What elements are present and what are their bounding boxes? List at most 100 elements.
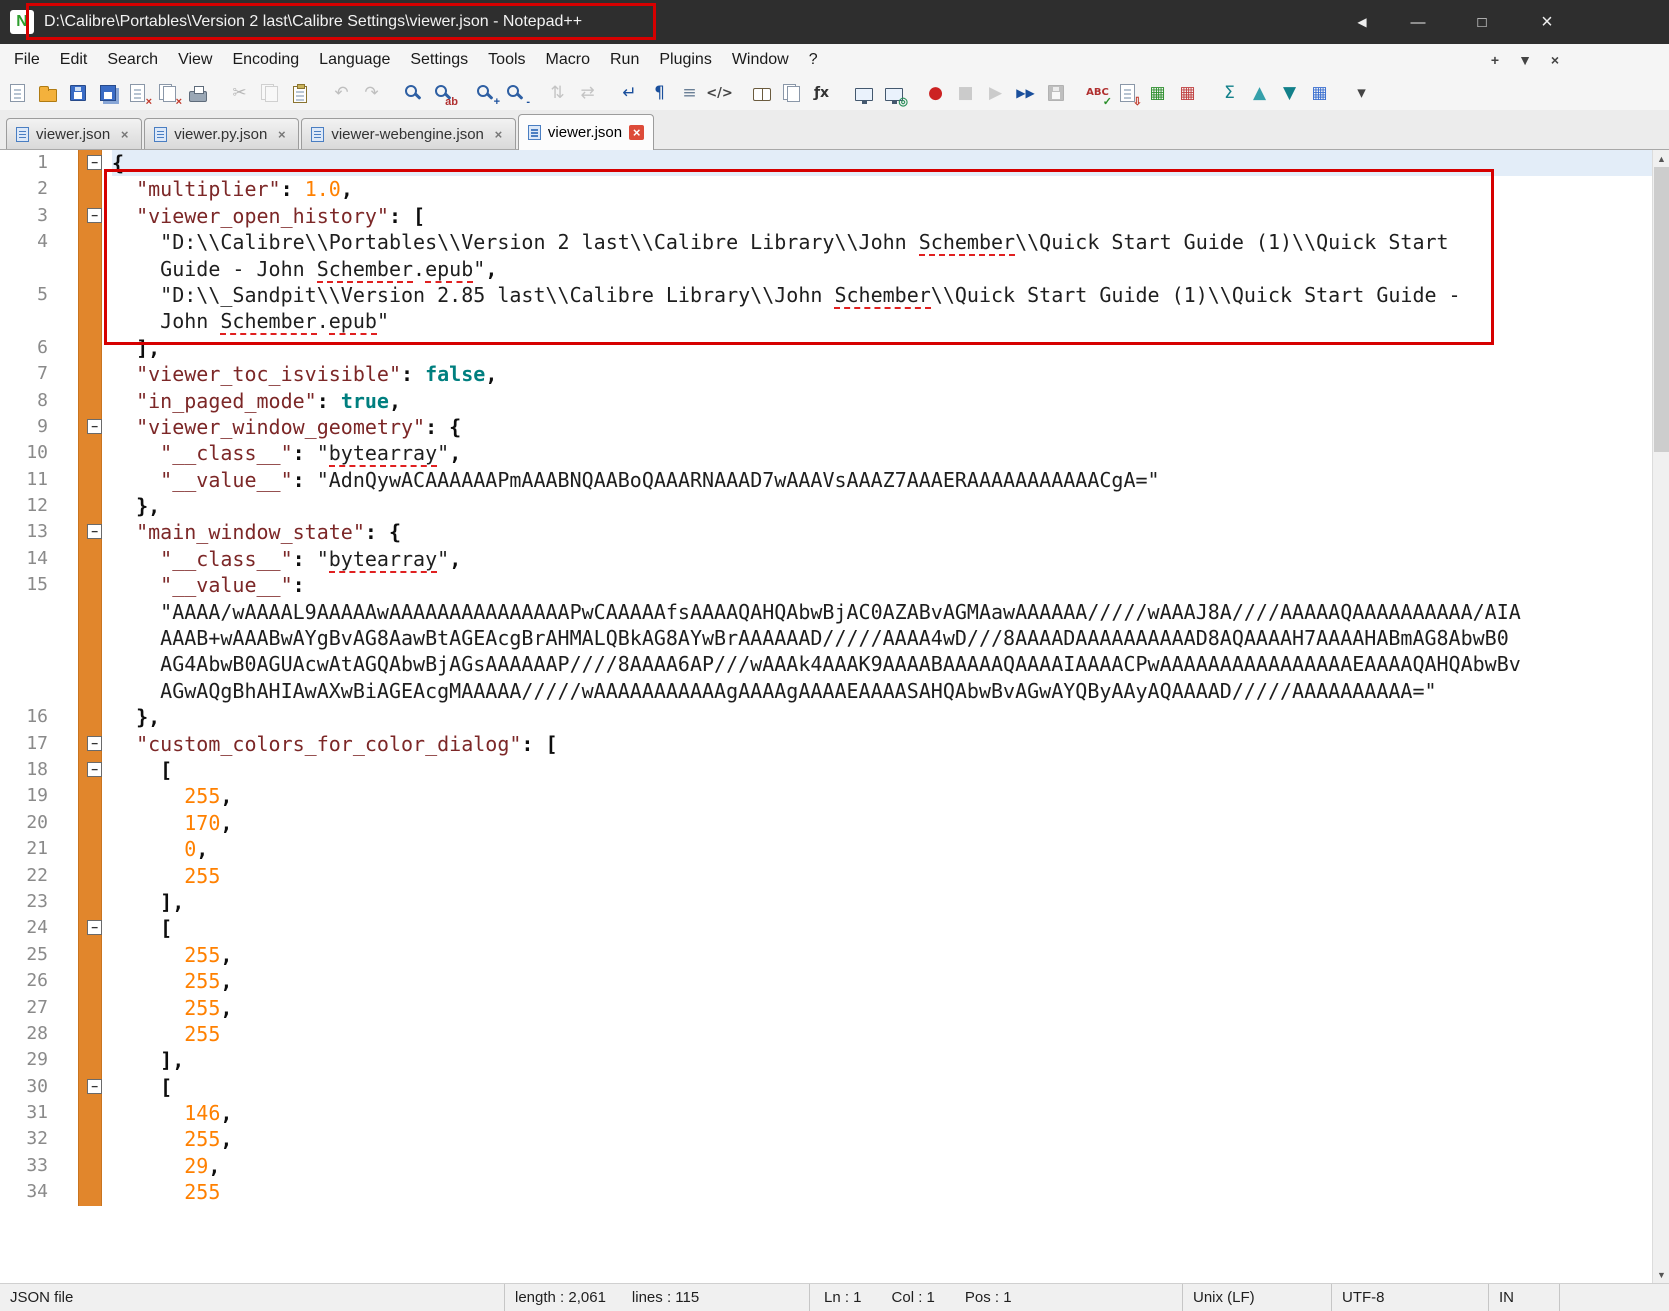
code-area[interactable]: 1−{2 "multiplier": 1.0, 3− "viewer_open_h… xyxy=(0,150,1652,1206)
macro-play-icon[interactable]: ▶ xyxy=(982,80,1009,107)
code-row[interactable]: AG4AbwB0AGUAcwAtAGQAbwBjAGsAAAAAAP////8A… xyxy=(0,651,1652,677)
code-row[interactable]: 14 "__class__": "bytearray", xyxy=(0,546,1652,573)
macro-stop-icon[interactable]: ■ xyxy=(952,80,979,107)
code-row[interactable]: 9 − "viewer_window_geometry": { xyxy=(0,414,1652,440)
monitor-icon[interactable] xyxy=(850,80,877,107)
vertical-scrollbar[interactable]: ▲ ▼ xyxy=(1652,150,1669,1283)
menu-item-run[interactable]: Run xyxy=(600,46,649,74)
menu-item-plugins[interactable]: Plugins xyxy=(649,46,721,74)
code-row[interactable]: 16 }, xyxy=(0,704,1652,730)
document-map-icon[interactable] xyxy=(748,80,775,107)
code-row[interactable]: 24 − [ xyxy=(0,915,1652,941)
code-row[interactable]: 30 − [ xyxy=(0,1074,1652,1100)
plugin-grid-green-icon[interactable]: ▦ xyxy=(1144,80,1171,107)
maximize-button[interactable]: □ xyxy=(1449,0,1515,44)
code-row[interactable]: Guide - John Schember.epub", xyxy=(0,256,1652,283)
document-list-icon[interactable] xyxy=(778,80,805,107)
paste-icon[interactable] xyxy=(286,80,313,107)
macro-run-multiple-icon[interactable]: ▶▶ xyxy=(1012,80,1039,107)
scrollbar-thumb[interactable] xyxy=(1654,167,1669,452)
tab-close-icon[interactable]: × xyxy=(117,127,132,142)
code-row[interactable]: 13 − "main_window_state": { xyxy=(0,519,1652,545)
copy-icon[interactable] xyxy=(256,80,283,107)
plugin-sigma-icon[interactable]: Σ xyxy=(1216,80,1243,107)
sync-vertical-scroll-icon[interactable]: ⇅ xyxy=(544,80,571,107)
tab-list-dropdown-icon[interactable]: ▼ xyxy=(1515,52,1535,68)
code-row[interactable]: John Schember.epub" xyxy=(0,308,1652,336)
replace-icon[interactable]: ab xyxy=(430,80,458,108)
menu-item-encoding[interactable]: Encoding xyxy=(222,46,309,74)
sync-horizontal-scroll-icon[interactable]: ⇄ xyxy=(574,80,601,107)
code-row[interactable]: 26 255, xyxy=(0,968,1652,994)
print-icon[interactable] xyxy=(184,80,211,107)
code-row[interactable]: 3 − "viewer_open_history": [ xyxy=(0,203,1652,229)
code-row[interactable]: 4 "D:\\Calibre\\Portables\\Version 2 las… xyxy=(0,229,1652,257)
fold-toggle-icon[interactable]: − xyxy=(87,761,102,777)
code-row[interactable]: 29 ], xyxy=(0,1047,1652,1073)
plugin-grid-red-icon[interactable]: ▦ xyxy=(1174,80,1201,107)
menu-item-settings[interactable]: Settings xyxy=(400,46,478,74)
word-wrap-icon[interactable]: ↵ xyxy=(616,80,643,107)
code-row[interactable]: 7 "viewer_toc_isvisible": false, xyxy=(0,361,1652,387)
code-row[interactable]: 32 255, xyxy=(0,1126,1652,1152)
code-row[interactable]: 10 "__class__": "bytearray", xyxy=(0,440,1652,468)
code-row[interactable]: 31 146, xyxy=(0,1100,1652,1126)
menu-item-language[interactable]: Language xyxy=(309,46,400,74)
indent-guide-icon[interactable]: ≡ xyxy=(676,80,703,107)
code-row[interactable]: AGwAQgBhAHIAwAXwBiAGEAcgMAAAAA/////wAAAA… xyxy=(0,678,1652,704)
tab-viewer.json[interactable]: viewer.json × xyxy=(6,118,143,149)
code-row[interactable]: "AAAA/wAAAAL9AAAAAwAAAAAAAAAAAAAAAPwCAAA… xyxy=(0,599,1652,625)
close-file-icon[interactable]: × xyxy=(124,80,152,108)
code-row[interactable]: 27 255, xyxy=(0,995,1652,1021)
save-all-icon[interactable] xyxy=(94,80,121,107)
tab-close-icon[interactable]: × xyxy=(491,127,506,142)
new-file-icon[interactable] xyxy=(4,80,31,107)
zoom-out-icon[interactable]: - xyxy=(502,80,530,108)
spell-check-abc-icon[interactable]: ABC ✓ xyxy=(1084,80,1112,108)
code-row[interactable]: 19 255, xyxy=(0,783,1652,809)
menu-item-view[interactable]: View xyxy=(168,46,222,74)
code-row[interactable]: 6 ], xyxy=(0,335,1652,361)
plugin-triangle-down-icon[interactable]: ▼ xyxy=(1276,80,1303,107)
code-row[interactable]: 8 "in_paged_mode": true, xyxy=(0,388,1652,414)
undo-icon[interactable]: ↶ xyxy=(328,80,355,107)
show-all-characters-icon[interactable]: ¶ xyxy=(646,80,673,107)
find-icon[interactable] xyxy=(400,80,427,107)
menu-item-edit[interactable]: Edit xyxy=(50,46,98,74)
code-row[interactable]: 33 29, xyxy=(0,1153,1652,1179)
code-row[interactable]: 18 − [ xyxy=(0,757,1652,783)
minimize-button[interactable]: — xyxy=(1387,0,1449,44)
save-file-icon[interactable] xyxy=(64,80,91,107)
tab-close-icon[interactable]: × xyxy=(629,125,645,140)
tab-viewer-webengine.json[interactable]: viewer-webengine.json × xyxy=(301,118,516,149)
code-row[interactable]: 15 "__value__": xyxy=(0,572,1652,598)
menu-item-window[interactable]: Window xyxy=(722,46,799,74)
tab-viewer.json[interactable]: viewer.json × xyxy=(517,114,655,150)
toolbar-customize-chevron-icon[interactable]: ▾ xyxy=(1348,80,1375,107)
status-insert-mode[interactable]: IN xyxy=(1489,1284,1560,1311)
fold-toggle-icon[interactable]: − xyxy=(87,735,102,751)
fold-toggle-icon[interactable]: − xyxy=(87,1078,102,1094)
menu-item-macro[interactable]: Macro xyxy=(536,46,600,74)
code-row[interactable]: 28 255 xyxy=(0,1021,1652,1047)
code-row[interactable]: 21 0, xyxy=(0,836,1652,862)
tab-close-icon[interactable]: × xyxy=(274,127,289,142)
cut-icon[interactable]: ✂ xyxy=(226,80,253,107)
fold-toggle-icon[interactable]: − xyxy=(87,524,102,540)
status-eol[interactable]: Unix (LF) xyxy=(1183,1284,1332,1311)
redo-icon[interactable]: ↷ xyxy=(358,80,385,107)
code-row[interactable]: 22 255 xyxy=(0,863,1652,889)
tab-viewer.py.json[interactable]: viewer.py.json × xyxy=(144,118,300,149)
close-button[interactable]: × xyxy=(1515,0,1579,44)
code-row[interactable]: 2 "multiplier": 1.0, xyxy=(0,176,1652,202)
menu-item-file[interactable]: File xyxy=(4,46,50,74)
code-row[interactable]: 11 "__value__": "AdnQywACAAAAAAPmAAABNQA… xyxy=(0,467,1652,493)
fold-toggle-icon[interactable]: − xyxy=(87,155,102,170)
code-row[interactable]: 1 −{ xyxy=(0,150,1652,177)
code-row[interactable]: 20 170, xyxy=(0,810,1652,836)
code-row[interactable]: AAAB+wAAABwAYgBvAG8AawBtAGEAcgBrAHMALQBk… xyxy=(0,625,1652,651)
scroll-down-arrow-icon[interactable]: ▼ xyxy=(1653,1266,1669,1283)
plugin-grid-blue-icon[interactable]: ▦ xyxy=(1306,80,1333,107)
editor[interactable]: 1−{2 "multiplier": 1.0, 3− "viewer_open_h… xyxy=(0,150,1669,1283)
show-wrap-symbol-icon[interactable]: </> xyxy=(706,80,733,107)
